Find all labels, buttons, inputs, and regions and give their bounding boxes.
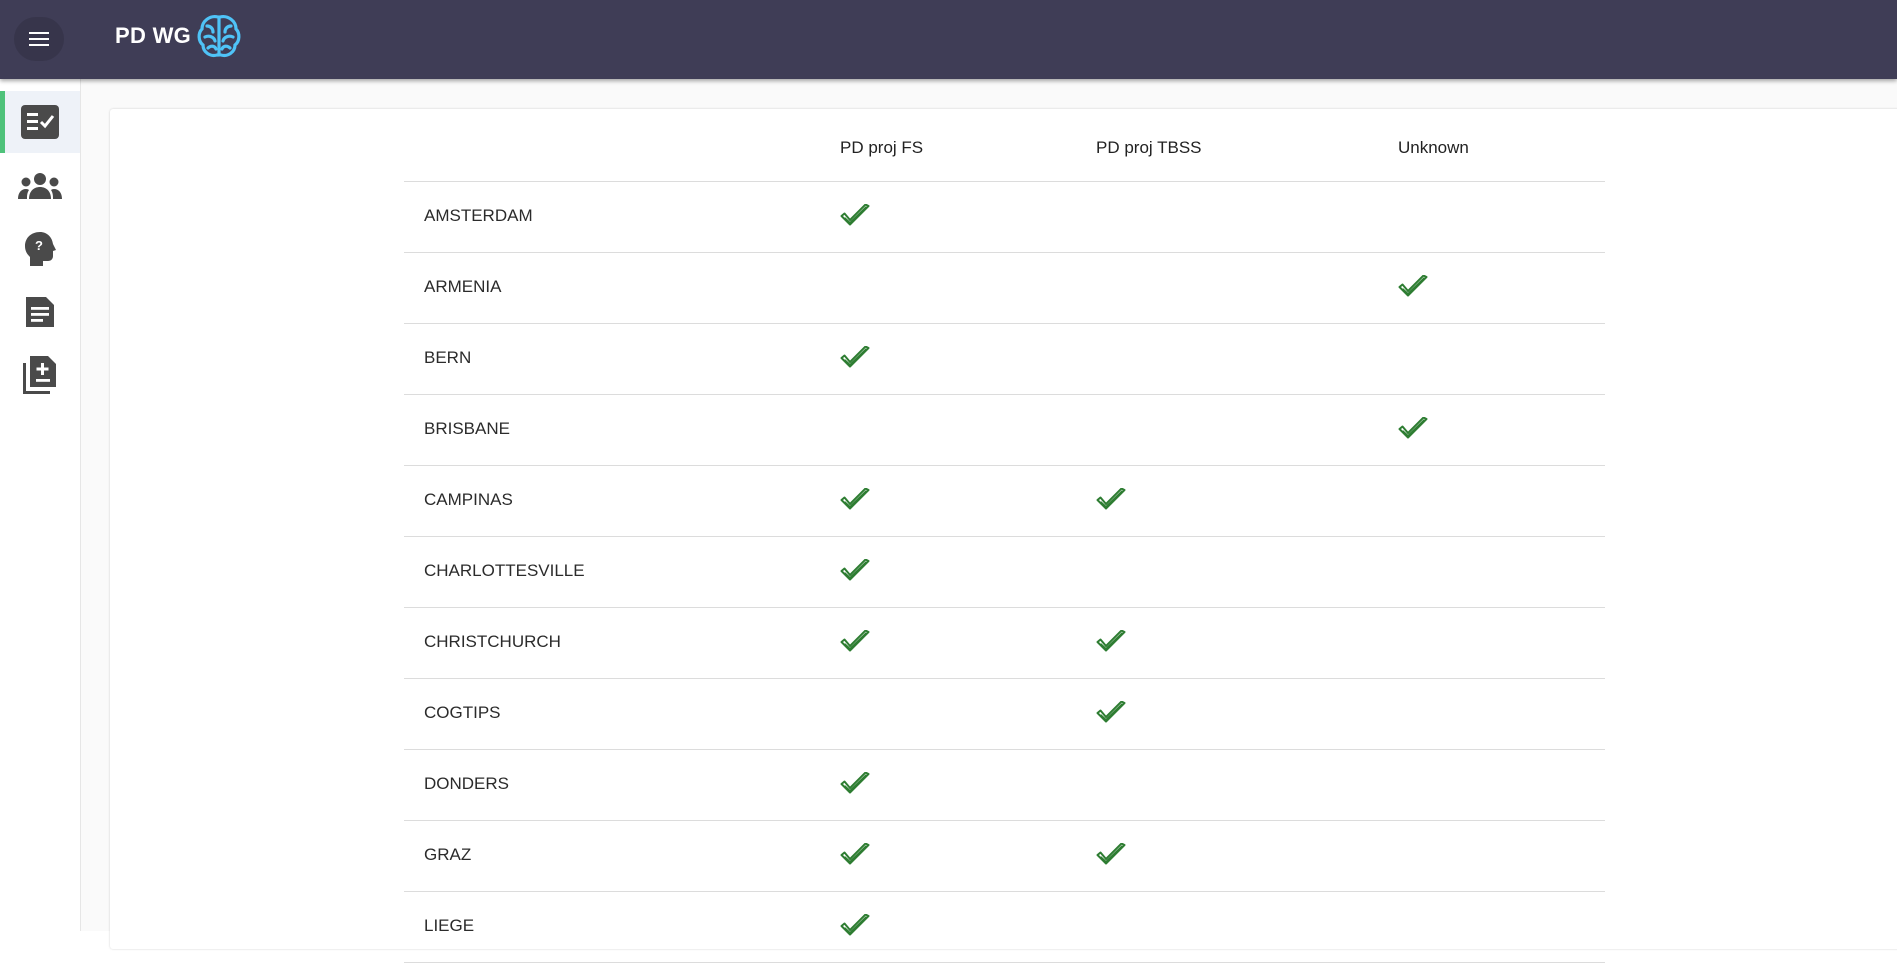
table-row[interactable]: CHRISTCHURCH [404, 608, 1605, 679]
checkmark-icon [840, 772, 870, 794]
groups-icon [18, 173, 62, 199]
table-row[interactable]: COGTIPS [404, 679, 1605, 750]
site-name: COGTIPS [424, 703, 501, 722]
table-row[interactable]: GRAZ [404, 821, 1605, 892]
table-card: PD proj FS PD proj TBSS Unknown AMSTERDA… [110, 109, 1897, 963]
sidebar-item-checklist[interactable] [0, 91, 80, 153]
brand[interactable]: PD WG [115, 10, 244, 62]
help-head-icon: ? [25, 232, 56, 266]
table-row[interactable]: LIEGE [404, 892, 1605, 963]
checkmark-icon [1096, 843, 1126, 865]
checkmark-icon [840, 914, 870, 936]
site-name: BERN [424, 348, 472, 367]
project-table: PD proj FS PD proj TBSS Unknown AMSTERDA… [404, 109, 1605, 963]
site-name: BRISBANE [424, 419, 510, 438]
checkmark-icon [1398, 275, 1428, 297]
app-title: PD WG [115, 23, 192, 48]
site-name: AMSTERDAM [424, 206, 533, 225]
sidebar: ? [0, 79, 81, 931]
table-body: AMSTERDAM ARMENIA BERN BRISBANE CAMPINAS CHAR… [404, 182, 1605, 963]
checklist-icon [21, 105, 59, 139]
main-content: PD proj FS PD proj TBSS Unknown AMSTERDA… [81, 79, 1897, 963]
menu-button[interactable] [14, 17, 64, 61]
checkmark-icon [1096, 701, 1126, 723]
site-name: LIEGE [424, 916, 475, 935]
sidebar-item-add-documents[interactable] [0, 344, 80, 406]
column-header-pd-proj-tbss[interactable]: PD proj TBSS [1096, 138, 1202, 158]
table-row[interactable]: BERN [404, 324, 1605, 395]
site-name: CHRISTCHURCH [424, 632, 561, 651]
table-row[interactable]: CHARLOTTESVILLE [404, 537, 1605, 608]
hamburger-menu-icon [29, 32, 49, 46]
top-app-bar: PD WG [0, 0, 1897, 79]
checkmark-icon [840, 559, 870, 581]
sidebar-item-documents[interactable] [0, 281, 80, 343]
column-header-unknown[interactable]: Unknown [1398, 138, 1469, 158]
site-name: GRAZ [424, 845, 472, 864]
site-name: ARMENIA [424, 277, 502, 296]
sidebar-item-help[interactable]: ? [0, 218, 80, 280]
brain-logo-icon [197, 15, 241, 58]
checkmark-icon [840, 488, 870, 510]
table-row[interactable]: AMSTERDAM [404, 182, 1605, 253]
checkmark-icon [1096, 488, 1126, 510]
checkmark-icon [840, 630, 870, 652]
table-row[interactable]: DONDERS [404, 750, 1605, 821]
checkmark-icon [840, 204, 870, 226]
sidebar-item-groups[interactable] [0, 155, 80, 217]
site-name: CAMPINAS [424, 490, 513, 509]
table-header: PD proj FS PD proj TBSS Unknown [404, 109, 1605, 182]
table-row[interactable]: CAMPINAS [404, 466, 1605, 537]
checkmark-icon [1398, 417, 1428, 439]
add-documents-icon [23, 356, 56, 394]
checkmark-icon [840, 346, 870, 368]
column-header-pd-proj-fs[interactable]: PD proj FS [840, 138, 923, 158]
document-icon [26, 297, 54, 327]
table-row[interactable]: ARMENIA [404, 253, 1605, 324]
table-row[interactable]: BRISBANE [404, 395, 1605, 466]
svg-text:?: ? [35, 238, 43, 253]
checkmark-icon [1096, 630, 1126, 652]
site-name: CHARLOTTESVILLE [424, 561, 585, 580]
site-name: DONDERS [424, 774, 510, 793]
checkmark-icon [840, 843, 870, 865]
